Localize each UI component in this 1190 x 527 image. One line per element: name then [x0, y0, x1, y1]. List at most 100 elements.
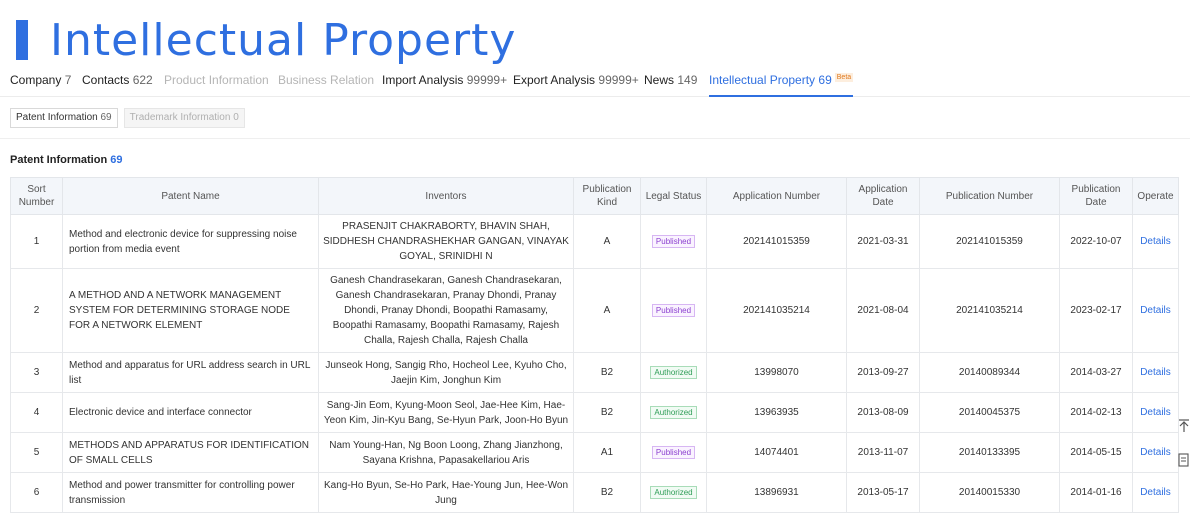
tab-news[interactable]: News 149: [644, 73, 697, 87]
tab-export-analysis[interactable]: Export Analysis 99999+: [513, 73, 639, 87]
cell-operate: Details: [1132, 268, 1179, 353]
cell-application-date: 2013-08-09: [846, 392, 920, 433]
tab-product-information[interactable]: Product Information: [164, 73, 269, 87]
cell-application-number: 13998070: [706, 352, 847, 393]
subtab-trademark-information[interactable]: Trademark Information 0: [123, 108, 245, 128]
table-row: 1 Method and electronic device for suppr…: [10, 214, 1179, 269]
page-title: Intellectual Property: [50, 14, 517, 66]
cell-legal-status: Published: [640, 268, 707, 353]
cell-operate: Details: [1132, 214, 1179, 269]
cell-application-number: 202141035214: [706, 268, 847, 353]
section-divider: [0, 138, 1190, 139]
cell-operate: Details: [1132, 432, 1179, 473]
cell-application-date: 2021-08-04: [846, 268, 920, 353]
cell-publication-date: 2022-10-07: [1059, 214, 1133, 269]
table-row: 3 Method and apparatus for URL address s…: [10, 352, 1179, 393]
cell-application-date: 2013-11-07: [846, 432, 920, 473]
cell-application-date: 2013-05-17: [846, 472, 920, 513]
header-patent-name: Patent Name: [62, 177, 319, 215]
cell-publication-kind: B2: [573, 392, 641, 433]
header-operate: Operate: [1132, 177, 1179, 215]
header-publication-date: Publication Date: [1059, 177, 1133, 215]
tab-business-relation[interactable]: Business Relation: [278, 73, 374, 87]
status-badge: Authorized: [650, 366, 697, 379]
details-link[interactable]: Details: [1140, 407, 1171, 418]
details-link[interactable]: Details: [1140, 487, 1171, 498]
cell-legal-status: Authorized: [640, 352, 707, 393]
cell-publication-number: 20140089344: [919, 352, 1060, 393]
main-tabs: Company 7 Contacts 622 Product Informati…: [0, 66, 1190, 97]
document-list-icon[interactable]: [1178, 452, 1190, 468]
cell-sort: 1: [10, 214, 63, 269]
cell-patent-name: METHODS AND APPARATUS FOR IDENTIFICATION…: [62, 432, 319, 473]
cell-publication-date: 2014-03-27: [1059, 352, 1133, 393]
header-application-date: Application Date: [846, 177, 920, 215]
table-row: 6 Method and power transmitter for contr…: [10, 472, 1179, 513]
cell-publication-number: 20140133395: [919, 432, 1060, 473]
cell-application-number: 202141015359: [706, 214, 847, 269]
cell-publication-kind: A: [573, 268, 641, 353]
status-badge: Published: [651, 235, 696, 248]
cell-sort: 4: [10, 392, 63, 433]
cell-operate: Details: [1132, 352, 1179, 393]
details-link[interactable]: Details: [1140, 447, 1171, 458]
subtab-patent-information[interactable]: Patent Information 69: [10, 108, 118, 128]
tab-company[interactable]: Company 7: [10, 73, 71, 87]
status-badge: Authorized: [650, 486, 697, 499]
status-badge: Published: [651, 446, 696, 459]
status-badge: Authorized: [650, 406, 697, 419]
cell-operate: Details: [1132, 472, 1179, 513]
cell-sort: 6: [10, 472, 63, 513]
header-publication-number: Publication Number: [919, 177, 1060, 215]
tab-contacts[interactable]: Contacts 622: [82, 73, 153, 87]
arrow-up-to-top-icon[interactable]: [1178, 418, 1190, 434]
cell-inventors: Junseok Hong, Sangig Rho, Hocheol Lee, K…: [318, 352, 574, 393]
beta-badge: Beta: [834, 73, 854, 82]
details-link[interactable]: Details: [1140, 305, 1171, 316]
status-badge: Published: [651, 304, 696, 317]
cell-application-date: 2021-03-31: [846, 214, 920, 269]
table-header-row: Sort Number Patent Name Inventors Public…: [10, 177, 1179, 215]
cell-legal-status: Published: [640, 214, 707, 269]
header-publication-kind: Publication Kind: [573, 177, 641, 215]
cell-publication-kind: B2: [573, 472, 641, 513]
section-title: Patent Information 69: [10, 154, 123, 166]
tab-intellectual-property[interactable]: Intellectual Property 69 Beta: [709, 73, 854, 97]
cell-legal-status: Authorized: [640, 392, 707, 433]
cell-patent-name: Electronic device and interface connecto…: [62, 392, 319, 433]
cell-publication-kind: B2: [573, 352, 641, 393]
header-application-number: Application Number: [706, 177, 847, 215]
table-row: 5 METHODS AND APPARATUS FOR IDENTIFICATI…: [10, 432, 1179, 473]
cell-publication-number: 202141035214: [919, 268, 1060, 353]
details-link[interactable]: Details: [1140, 367, 1171, 378]
hero-accent-bar: [16, 20, 28, 60]
cell-publication-number: 202141015359: [919, 214, 1060, 269]
cell-publication-number: 20140015330: [919, 472, 1060, 513]
details-link[interactable]: Details: [1140, 236, 1171, 247]
cell-legal-status: Published: [640, 432, 707, 473]
cell-application-number: 13896931: [706, 472, 847, 513]
cell-inventors: Sang-Jin Eom, Kyung-Moon Seol, Jae-Hee K…: [318, 392, 574, 433]
page-hero: Intellectual Property: [16, 14, 516, 66]
cell-inventors: PRASENJIT CHAKRABORTY, BHAVIN SHAH, SIDD…: [318, 214, 574, 269]
table-row: 4 Electronic device and interface connec…: [10, 392, 1179, 433]
header-sort-number[interactable]: Sort Number: [10, 177, 63, 215]
cell-application-date: 2013-09-27: [846, 352, 920, 393]
cell-publication-kind: A1: [573, 432, 641, 473]
cell-legal-status: Authorized: [640, 472, 707, 513]
cell-patent-name: Method and power transmitter for control…: [62, 472, 319, 513]
cell-publication-date: 2014-05-15: [1059, 432, 1133, 473]
cell-publication-number: 20140045375: [919, 392, 1060, 433]
cell-operate: Details: [1132, 392, 1179, 433]
patent-table: Sort Number Patent Name Inventors Public…: [10, 177, 1179, 513]
cell-publication-date: 2014-01-16: [1059, 472, 1133, 513]
cell-sort: 2: [10, 268, 63, 353]
cell-patent-name: Method and apparatus for URL address sea…: [62, 352, 319, 393]
tab-import-analysis[interactable]: Import Analysis 99999+: [382, 73, 507, 87]
cell-publication-date: 2023-02-17: [1059, 268, 1133, 353]
cell-inventors: Kang-Ho Byun, Se-Ho Park, Hae-Young Jun,…: [318, 472, 574, 513]
cell-patent-name: Method and electronic device for suppres…: [62, 214, 319, 269]
cell-publication-date: 2014-02-13: [1059, 392, 1133, 433]
cell-publication-kind: A: [573, 214, 641, 269]
cell-inventors: Ganesh Chandrasekaran, Ganesh Chandrasek…: [318, 268, 574, 353]
